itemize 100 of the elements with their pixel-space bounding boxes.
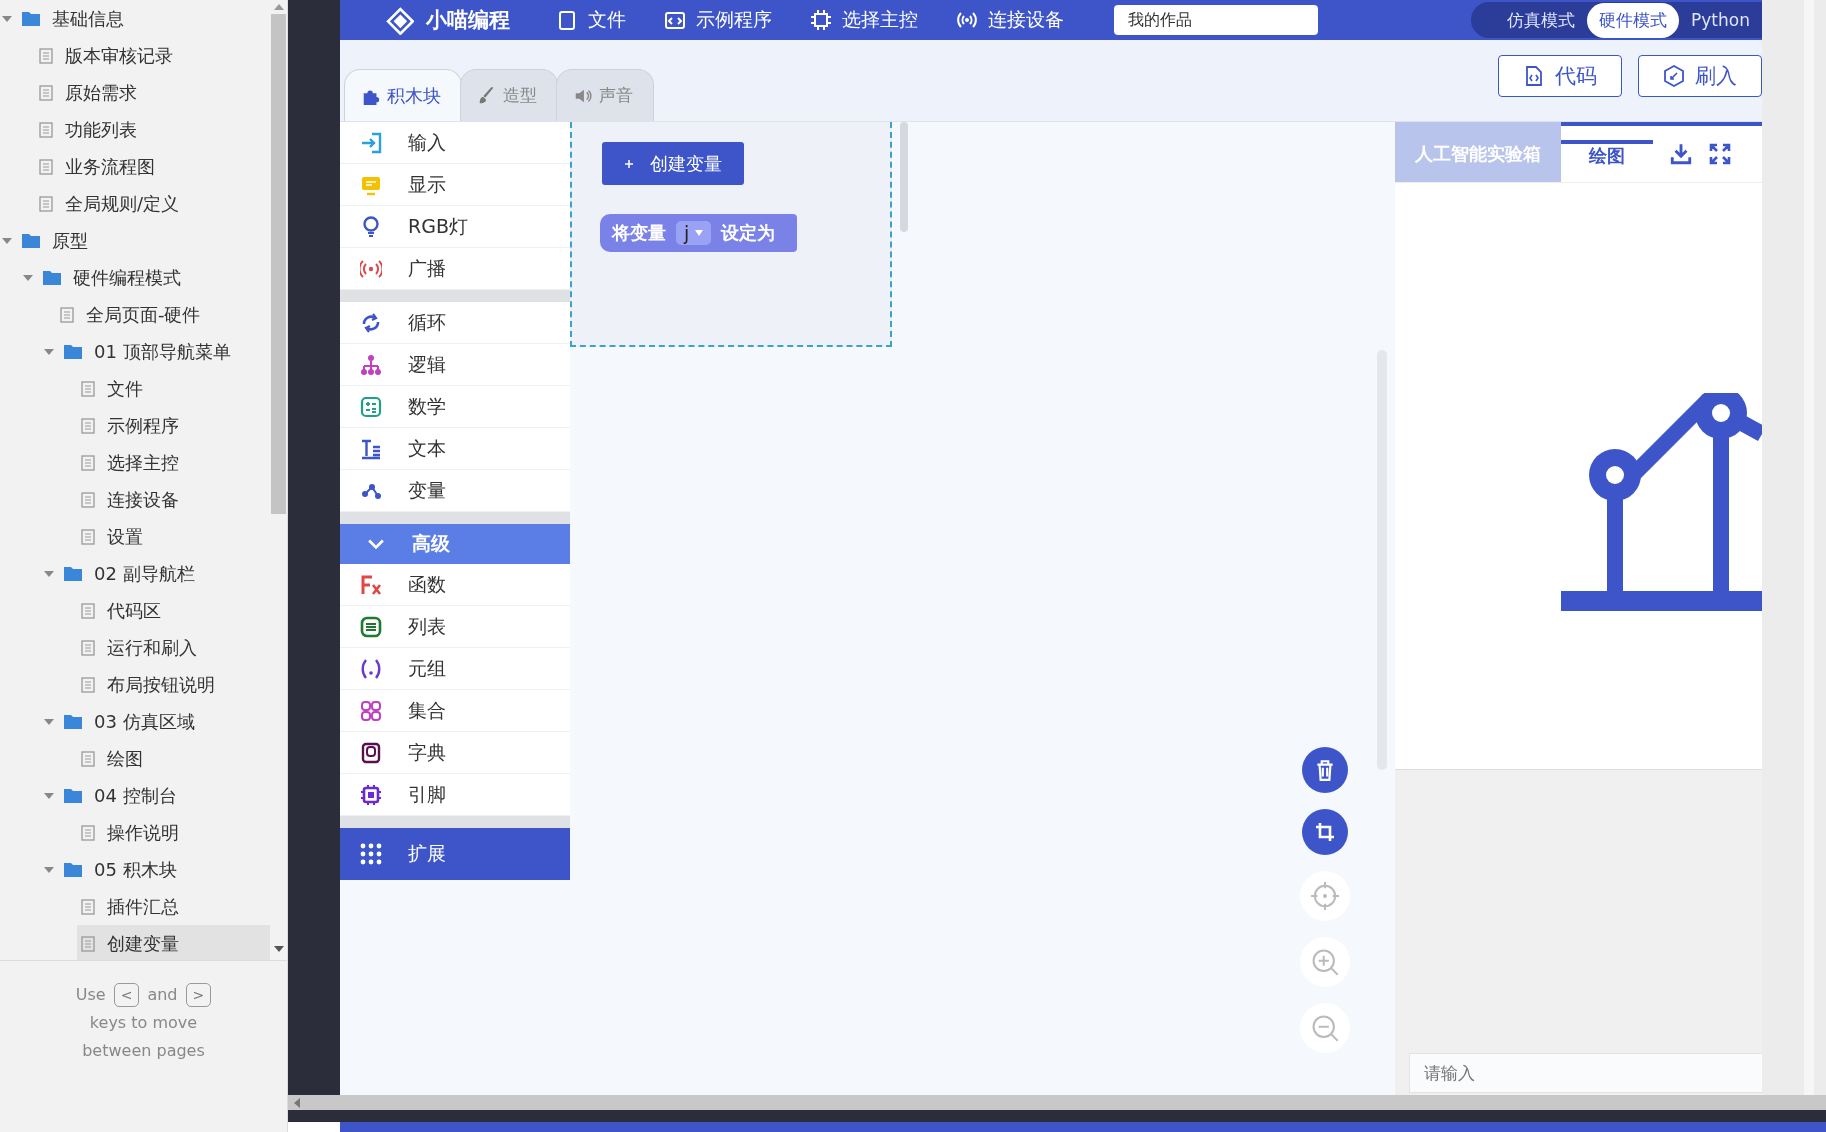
mode-tab[interactable]: Python bbox=[1679, 4, 1762, 36]
tree-item[interactable]: 文件 bbox=[77, 370, 270, 407]
delete-button[interactable] bbox=[1302, 747, 1348, 793]
action-button[interactable]: 代码 bbox=[1498, 54, 1622, 97]
document-icon bbox=[81, 491, 95, 508]
menu-item[interactable]: 文件 bbox=[556, 7, 626, 33]
zoom-out-button[interactable] bbox=[1300, 1003, 1350, 1053]
menu-item[interactable]: 连接设备 bbox=[956, 7, 1064, 33]
category-item[interactable]: 函数 bbox=[340, 564, 570, 606]
tree-item[interactable]: 01 顶部导航菜单 bbox=[60, 333, 270, 370]
folder-icon bbox=[64, 566, 82, 581]
tree-item[interactable]: 全局页面-硬件 bbox=[56, 296, 270, 333]
tree-item[interactable]: 运行和刷入 bbox=[77, 629, 270, 666]
broadcast-icon bbox=[360, 257, 382, 280]
tree-item[interactable]: 功能列表 bbox=[35, 111, 270, 148]
help-text: and bbox=[147, 984, 178, 1006]
fullscreen-icon[interactable] bbox=[1709, 143, 1731, 165]
caret-icon[interactable] bbox=[44, 716, 54, 727]
search-field[interactable]: 我的作品 bbox=[1114, 5, 1318, 35]
tree-item[interactable]: 全局规则/定义 bbox=[35, 185, 270, 222]
category-item[interactable]: 逻辑 bbox=[340, 344, 570, 386]
create-variable-button[interactable]: 创建变量 bbox=[602, 142, 744, 185]
tree-item[interactable]: 业务流程图 bbox=[35, 148, 270, 185]
tree-item[interactable]: 布局按钮说明 bbox=[77, 666, 270, 703]
tree-item[interactable]: 设置 bbox=[77, 518, 270, 555]
extension-button[interactable]: 扩展 bbox=[340, 828, 570, 880]
scrollbar-track[interactable] bbox=[1804, 0, 1814, 1095]
variable-dropdown[interactable]: j bbox=[676, 221, 712, 245]
caret-icon[interactable] bbox=[44, 346, 54, 357]
download-icon[interactable] bbox=[1669, 142, 1693, 166]
recenter-button[interactable] bbox=[1300, 871, 1350, 921]
category-item[interactable]: 字典 bbox=[340, 732, 570, 774]
tree-item[interactable]: 04 控制台 bbox=[60, 777, 270, 814]
document-icon bbox=[81, 935, 95, 952]
panel-tab[interactable]: 绘图 bbox=[1561, 140, 1653, 168]
tree-item[interactable]: 示例程序 bbox=[77, 407, 270, 444]
category-item[interactable]: 引脚 bbox=[340, 774, 570, 816]
zoom-in-button[interactable] bbox=[1300, 937, 1350, 987]
category-item[interactable]: 数学 bbox=[340, 386, 570, 428]
tree-item[interactable]: 05 积木块 bbox=[60, 851, 270, 888]
document-icon bbox=[39, 84, 53, 101]
caret-icon[interactable] bbox=[44, 864, 54, 875]
category-item[interactable]: 元组 bbox=[340, 648, 570, 690]
tree-item[interactable]: 选择主控 bbox=[77, 444, 270, 481]
tree-item[interactable]: 绘图 bbox=[77, 740, 270, 777]
tree-item[interactable]: 插件汇总 bbox=[77, 888, 270, 925]
tree-item[interactable]: 版本审核记录 bbox=[35, 37, 270, 74]
editor-tab[interactable]: 积木块 bbox=[344, 69, 462, 121]
mode-switch[interactable]: 仿真模式 硬件模式 Python bbox=[1471, 2, 1762, 38]
category-header[interactable]: 高级 bbox=[340, 524, 570, 564]
scroll-down-icon[interactable] bbox=[273, 946, 284, 952]
crop-button[interactable] bbox=[1302, 809, 1348, 855]
category-item[interactable]: RGB灯 bbox=[340, 206, 570, 248]
crop-icon bbox=[1314, 821, 1336, 843]
menu-item[interactable]: 选择主控 bbox=[810, 7, 918, 33]
caret-icon[interactable] bbox=[23, 272, 33, 283]
code-block[interactable]: 将变量 j 设定为 bbox=[600, 214, 798, 252]
category-item[interactable]: 变量 bbox=[340, 470, 570, 512]
document-icon bbox=[60, 306, 74, 323]
tree-item[interactable]: 基础信息 bbox=[18, 0, 270, 37]
tree-item[interactable]: 操作说明 bbox=[77, 814, 270, 851]
tree-item[interactable]: 硬件编程模式 bbox=[39, 259, 270, 296]
tree-item[interactable]: 原始需求 bbox=[35, 74, 270, 111]
bulb-icon bbox=[360, 215, 382, 238]
document-icon bbox=[81, 528, 95, 545]
folder-icon bbox=[43, 270, 61, 285]
tree-item[interactable]: 02 副导航栏 bbox=[60, 555, 270, 592]
tree-item[interactable]: 原型 bbox=[18, 222, 270, 259]
caret-icon[interactable] bbox=[2, 235, 12, 246]
tree-item[interactable]: 03 仿真区域 bbox=[60, 703, 270, 740]
tree-item[interactable]: 创建变量 bbox=[77, 925, 270, 960]
category-item[interactable]: 集合 bbox=[340, 690, 570, 732]
code-file-icon bbox=[1523, 64, 1545, 87]
scrollbar-thumb[interactable] bbox=[900, 122, 908, 232]
caret-icon[interactable] bbox=[2, 13, 12, 24]
category-item[interactable]: 显示 bbox=[340, 164, 570, 206]
tree-item[interactable]: 连接设备 bbox=[77, 481, 270, 518]
book-icon bbox=[360, 741, 382, 764]
document-icon bbox=[81, 417, 95, 434]
category-item[interactable]: 输入 bbox=[340, 122, 570, 164]
scroll-left-icon[interactable] bbox=[294, 1097, 300, 1108]
category-item[interactable]: 广播 bbox=[340, 248, 570, 290]
document-icon bbox=[39, 47, 53, 64]
console-input[interactable]: 请输入 bbox=[1409, 1053, 1762, 1093]
mode-tab[interactable]: 仿真模式 bbox=[1495, 2, 1588, 38]
category-item[interactable]: 循环 bbox=[340, 302, 570, 344]
scrollbar-thumb[interactable] bbox=[271, 14, 286, 514]
mode-tab[interactable]: 硬件模式 bbox=[1587, 2, 1680, 38]
caret-icon[interactable] bbox=[44, 568, 54, 579]
tree-item[interactable]: 代码区 bbox=[77, 592, 270, 629]
caret-icon[interactable] bbox=[44, 790, 54, 801]
zoom-in-icon bbox=[1311, 948, 1339, 976]
menu-item[interactable]: 示例程序 bbox=[664, 7, 772, 33]
chip-icon bbox=[810, 9, 832, 31]
document-icon bbox=[81, 676, 95, 693]
category-item[interactable]: 文本 bbox=[340, 428, 570, 470]
scrollbar-track[interactable] bbox=[288, 1095, 1826, 1110]
category-item[interactable]: 列表 bbox=[340, 606, 570, 648]
action-button[interactable]: 刷入 bbox=[1638, 54, 1762, 97]
scroll-up-icon[interactable] bbox=[273, 4, 284, 10]
